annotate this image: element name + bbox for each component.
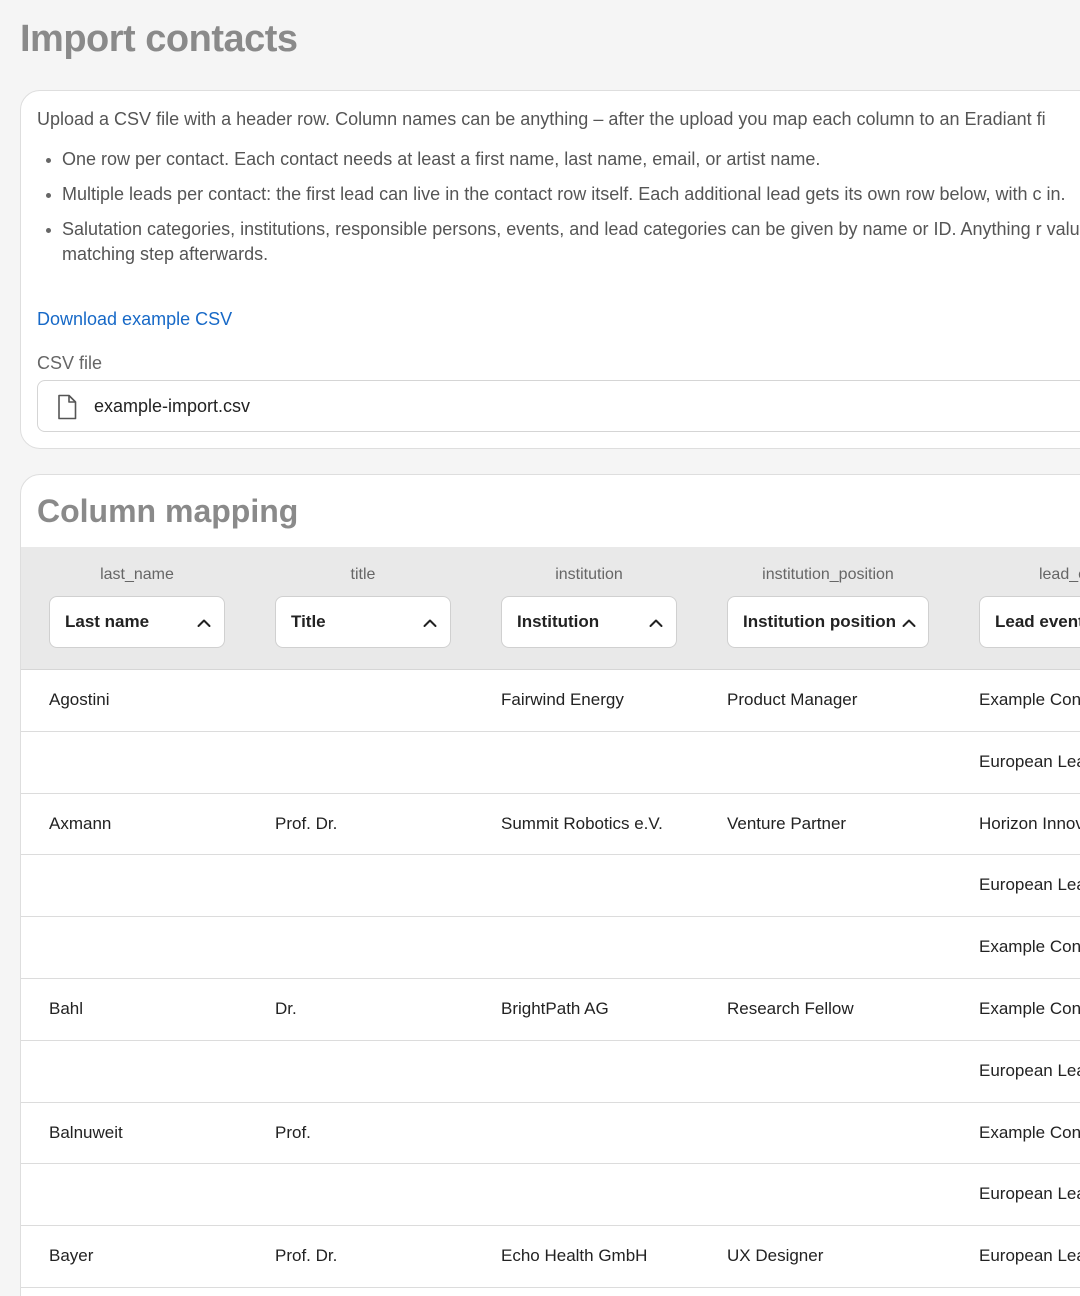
chevron-up-icon — [423, 619, 437, 627]
cell-institution-position: Research Fellow — [727, 998, 854, 1018]
file-icon — [58, 394, 77, 420]
cell-lead-event: European Lea — [979, 1184, 1080, 1204]
csv-file-label: CSV file — [37, 353, 103, 373]
source-column-name: lead_ev — [1038, 566, 1080, 583]
field-select[interactable]: Last name — [49, 596, 225, 648]
field-select-value: Institution — [517, 612, 600, 631]
table-row: Agostini Fairwind Energy Product Manager… — [21, 670, 1080, 732]
cell-institution: Fairwind Energy — [501, 690, 624, 709]
table-row: Axmann Prof. Dr. Summit Robotics e.V. Ve… — [21, 794, 1080, 856]
instruction-item: One row per contact. Each contact needs … — [37, 147, 1080, 172]
mapping-header: last_name Last name title Title institut… — [21, 547, 1080, 670]
field-select[interactable]: Institution position — [727, 596, 929, 648]
source-column-name: institution_position — [762, 566, 894, 583]
upload-instructions: One row per contact. Each contact needs … — [37, 147, 1080, 267]
cell-institution: Summit Robotics e.V. — [501, 813, 663, 833]
cell-institution: Echo Health GmbH — [501, 1246, 648, 1266]
cell-title: Prof. Dr. — [275, 1246, 338, 1266]
chevron-up-icon — [197, 619, 211, 627]
cell-institution-position: UX Designer — [727, 1246, 824, 1266]
mapping-preview-rows: Agostini Fairwind Energy Product Manager… — [21, 670, 1080, 1288]
table-row: European Lea — [21, 1164, 1080, 1227]
field-select-value: Lead event — [995, 612, 1080, 631]
csv-file-input[interactable]: example-import.csv — [37, 380, 1080, 432]
cell-title: Prof. Dr. — [275, 813, 338, 833]
table-row: European Lea — [21, 1041, 1080, 1103]
field-select-value: Last name — [65, 612, 150, 631]
instruction-item: Salutation categories, institutions, res… — [37, 217, 1080, 267]
chevron-up-icon — [649, 619, 663, 627]
cell-lead-event: European Lea — [979, 751, 1080, 771]
source-column-name: last_name — [100, 566, 174, 583]
cell-lead-event: European Lea — [979, 1060, 1080, 1080]
cell-lead-event: Example Con — [979, 1122, 1080, 1142]
download-example-csv-link[interactable]: Download example CSV — [37, 309, 232, 330]
field-select[interactable]: Institution — [501, 596, 677, 648]
mapping-column: last_name Last name — [49, 547, 225, 670]
source-column-name: title — [350, 566, 376, 583]
column-mapping-card: Column mapping last_name Last name title… — [20, 474, 1080, 1296]
mapping-column: lead_ev Lead event — [979, 547, 1080, 670]
field-select-value: Title — [291, 612, 326, 631]
cell-lead-event: Horizon Innov — [979, 813, 1080, 833]
mapping-column: institution Institution — [501, 547, 677, 670]
cell-last-name: Bahl — [49, 998, 84, 1018]
chevron-up-icon — [902, 619, 916, 627]
cell-institution: BrightPath AG — [501, 998, 609, 1018]
cell-lead-event: Example Con — [979, 998, 1080, 1018]
cell-lead-event: Example Con — [979, 690, 1080, 709]
cell-title: Dr. — [275, 998, 297, 1018]
upload-card: Upload a CSV file with a header row. Col… — [20, 90, 1080, 449]
field-select-value: Institution position — [743, 612, 896, 631]
cell-last-name: Bayer — [49, 1246, 94, 1266]
table-row: European Lea — [21, 732, 1080, 794]
cell-last-name: Agostini — [49, 690, 110, 709]
source-column-name: institution — [555, 566, 623, 583]
cell-lead-event: European Lea — [979, 875, 1080, 895]
table-row: Bahl Dr. BrightPath AG Research Fellow E… — [21, 979, 1080, 1041]
cell-lead-event: European Lea — [979, 1246, 1080, 1266]
file-name: example-import.csv — [94, 396, 251, 416]
table-row: Bayer Prof. Dr. Echo Health GmbH UX Desi… — [21, 1226, 1080, 1288]
cell-title: Prof. — [275, 1122, 311, 1142]
table-row: Example Con — [21, 917, 1080, 979]
cell-last-name: Balnuweit — [49, 1122, 123, 1142]
instruction-item: Multiple leads per contact: the first le… — [37, 182, 1080, 207]
section-title: Column mapping — [37, 493, 299, 529]
mapping-column: institution_position Institution positio… — [727, 547, 929, 670]
cell-institution-position: Venture Partner — [727, 813, 847, 833]
mapping-column: title Title — [275, 547, 451, 670]
upload-intro: Upload a CSV file with a header row. Col… — [37, 109, 1046, 129]
table-row: Balnuweit Prof. Example Con — [21, 1103, 1080, 1165]
field-select[interactable]: Lead event — [979, 596, 1080, 648]
page-title: Import contacts — [20, 18, 298, 60]
cell-institution-position: Product Manager — [727, 690, 858, 709]
field-select[interactable]: Title — [275, 596, 451, 648]
cell-last-name: Axmann — [49, 813, 112, 833]
import-contacts-page: Import contacts Upload a CSV file with a… — [0, 0, 1080, 1296]
cell-lead-event: Example Con — [979, 937, 1080, 957]
table-row: European Lea — [21, 855, 1080, 918]
